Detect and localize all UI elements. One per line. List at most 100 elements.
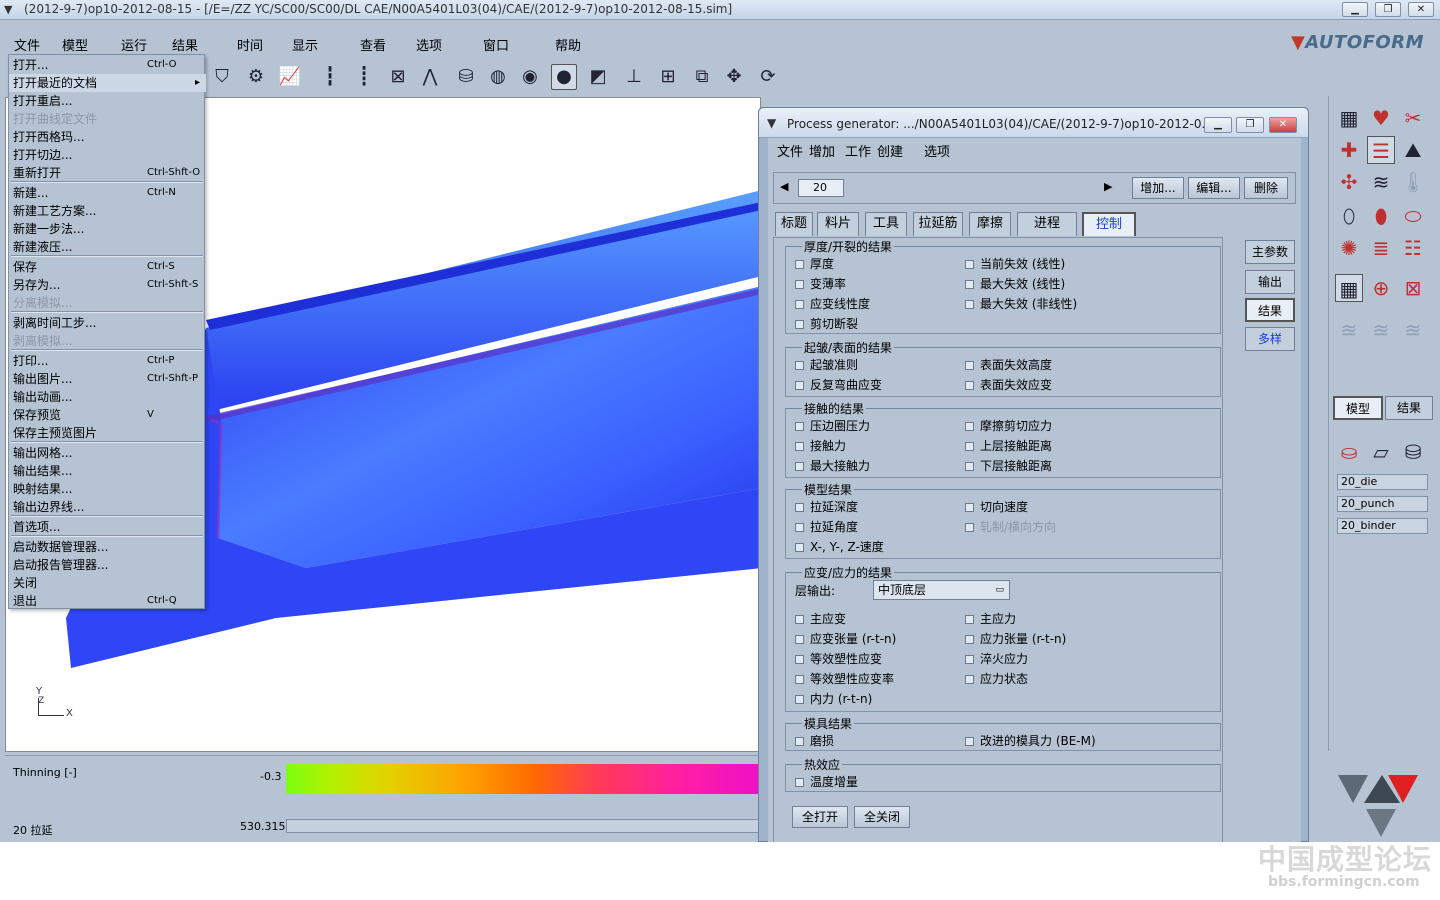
result-checkbox[interactable]: 最大接触力 [795,457,870,474]
tool-fit-icon[interactable]: ⊞ [655,64,681,90]
stack-icon[interactable]: ≋ [1367,168,1395,196]
checkbox-box[interactable] [965,280,974,289]
tool-shade-icon[interactable]: ⛁ [453,64,479,90]
grid-cut-icon[interactable]: ⊠ [1399,274,1427,302]
right-tab-results[interactable]: 结果 [1385,396,1433,420]
close-all-button[interactable]: 全关闭 [854,806,910,828]
object-punch[interactable]: 20_punch [1337,496,1428,512]
sheet-icon[interactable]: ▱ [1367,438,1395,466]
minimize-button[interactable]: ▁ [1342,2,1368,17]
align-up-icon[interactable]: ✚ [1335,136,1363,164]
result-checkbox[interactable]: X-, Y-, Z-速度 [795,538,884,555]
mesh-view-icon[interactable]: ▦ [1335,104,1363,132]
menu-model[interactable]: 模型 [62,35,88,54]
checkbox-box[interactable] [965,422,974,431]
tab-process[interactable]: 进程 [1017,212,1077,236]
blank-outline-icon[interactable]: ⬯ [1335,202,1363,230]
checkbox-box[interactable] [795,778,804,787]
layers-3-icon[interactable]: ≊ [1399,316,1427,344]
tool-pan-icon[interactable]: ✥ [721,64,747,90]
result-checkbox[interactable]: 剪切断裂 [795,315,858,332]
menu-time[interactable]: 时间 [237,35,263,54]
menu-file[interactable]: 文件 [14,35,40,54]
file-menu-item[interactable]: 打印... Ctrl-P [9,352,206,370]
checkbox-box[interactable] [795,635,804,644]
dialog-close-button[interactable]: ✕ [1269,117,1297,133]
time-slider[interactable] [286,819,761,833]
checkbox-box[interactable] [965,523,974,532]
file-menu-item[interactable]: 输出边界线... [9,498,206,516]
dlg-menu-job[interactable]: 工作 [845,141,871,160]
add-step-button[interactable]: 增加... [1132,177,1184,199]
scissors-icon[interactable]: ✂ [1399,104,1427,132]
split-icon[interactable]: ☷ [1399,234,1427,262]
tool-wireframe-icon[interactable]: ◍ [485,64,511,90]
menu-results[interactable]: 结果 [172,35,198,54]
output-button[interactable]: 输出 [1245,270,1295,294]
file-menu-item[interactable]: 新建一步法... [9,220,206,238]
grid-select-icon[interactable]: ▦ [1335,274,1363,302]
delete-step-button[interactable]: 删除 [1244,177,1288,199]
open-all-button[interactable]: 全打开 [792,806,848,828]
checkbox-box[interactable] [795,675,804,684]
checkbox-box[interactable] [965,462,974,471]
checkbox-box[interactable] [965,361,974,370]
checkbox-box[interactable] [965,381,974,390]
result-checkbox[interactable]: 厚度 [795,255,834,272]
result-checkbox[interactable]: 内力 (r-t-n) [795,690,872,707]
result-checkbox[interactable]: 应力状态 [965,670,1028,687]
result-checkbox[interactable]: 压边圈压力 [795,417,870,434]
file-menu-item[interactable]: 新建液压... [9,238,206,256]
file-menu-item[interactable]: 打开西格玛... [9,128,206,146]
checkbox-box[interactable] [795,422,804,431]
file-menu-item[interactable]: 剥离时间工步... [9,314,206,332]
checkbox-box[interactable] [965,503,974,512]
result-checkbox[interactable]: 改进的模具力 (BE-M) [965,732,1096,749]
result-checkbox[interactable]: 应力张量 (r-t-n) [965,630,1066,647]
result-checkbox[interactable]: 接触力 [795,437,846,454]
tab-tools[interactable]: 工具 [865,212,907,236]
file-menu-item[interactable]: 打开切边... [9,146,206,164]
next-step-icon[interactable]: ▶ [1104,180,1112,193]
checkbox-box[interactable] [795,260,804,269]
file-menu-item[interactable]: 输出网格... [9,444,206,462]
prev-step-icon[interactable]: ◀ [780,180,788,193]
tab-friction[interactable]: 摩擦 [969,212,1011,236]
checkbox-box[interactable] [965,635,974,644]
tool-zoom-icon[interactable]: ⧉ [689,64,715,90]
move-icon[interactable]: ✣ [1335,168,1363,196]
menu-display[interactable]: 显示 [292,35,318,54]
dlg-menu-file[interactable]: 文件 [777,141,803,160]
tool-ruler-icon[interactable]: ┇ [317,64,343,90]
checkbox-box[interactable] [965,442,974,451]
dialog-minimize-button[interactable]: ▁ [1204,117,1232,133]
checkbox-box[interactable] [795,655,804,664]
object-binder[interactable]: 20_binder [1337,518,1428,534]
tool-edge-icon[interactable]: ◩ [585,64,611,90]
checkbox-box[interactable] [795,503,804,512]
tool-section-icon[interactable]: ⊠ [385,64,411,90]
result-checkbox[interactable]: 温度增量 [795,773,858,790]
step-field[interactable]: 20 [798,179,844,197]
checkbox-box[interactable] [795,543,804,552]
spark-icon[interactable]: ✺ [1335,234,1363,262]
blank-hole-icon[interactable]: ⬭ [1399,202,1427,230]
checkbox-box[interactable] [965,737,974,746]
misc-button[interactable]: 多样 [1245,327,1295,351]
tool-axis-icon[interactable]: ⊥ [621,64,647,90]
close-button[interactable]: ✕ [1408,2,1434,17]
menu-run[interactable]: 运行 [121,35,147,54]
cylinder-icon[interactable]: ⛁ [1399,438,1427,466]
checkbox-box[interactable] [795,381,804,390]
align-mid-icon[interactable]: ☰ [1367,136,1395,164]
result-checkbox[interactable]: 下层接触距离 [965,457,1052,474]
tool-mesh-icon[interactable]: ◉ [517,64,543,90]
file-menu-item[interactable]: 重新打开 Ctrl-Shft-O [9,164,206,182]
file-menu-item[interactable]: 打开重启... [9,92,206,110]
result-checkbox[interactable]: 最大失效 (非线性) [965,295,1077,312]
tool-graph-icon[interactable]: 📈 [277,64,303,90]
dlg-menu-options[interactable]: 选项 [924,141,950,160]
checkbox-box[interactable] [795,361,804,370]
tool-rotate-icon[interactable]: ⟳ [755,64,781,90]
main-params-button[interactable]: 主参数 [1245,240,1295,264]
